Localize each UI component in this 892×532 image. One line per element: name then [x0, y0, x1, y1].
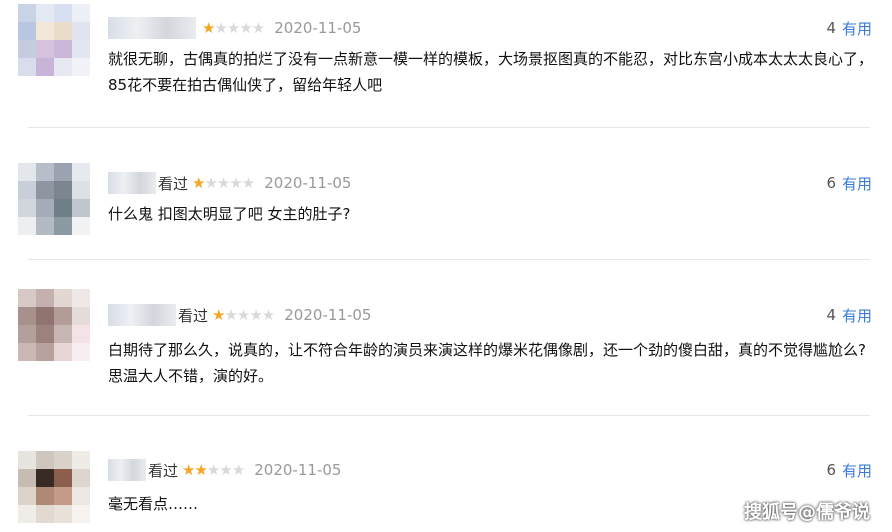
username[interactable]: [108, 172, 156, 194]
divider: [28, 127, 870, 128]
useful-count: 6: [826, 174, 836, 192]
review-date: 2020-11-05: [284, 306, 372, 324]
useful-button[interactable]: 有用: [842, 305, 872, 326]
rating-stars: ★★★★★: [212, 305, 275, 324]
seen-label: 看过: [148, 461, 179, 480]
useful-vote: 4 有用: [826, 303, 872, 327]
avatar[interactable]: [18, 289, 90, 361]
review-meta: ★★★★★ 2020-11-05: [108, 16, 361, 40]
seen-label: 看过: [158, 174, 189, 193]
avatar[interactable]: [18, 451, 90, 523]
review-meta: 看过 ★★★★★ 2020-11-05: [108, 303, 371, 327]
rating-stars: ★★★★★: [182, 460, 245, 479]
avatar[interactable]: [18, 4, 90, 76]
review-meta: 看过 ★★★★★ 2020-11-05: [108, 458, 341, 482]
review-meta: 看过 ★★★★★ 2020-11-05: [108, 171, 351, 195]
useful-count: 6: [826, 461, 836, 479]
rating-stars: ★★★★★: [202, 18, 265, 37]
seen-label: 看过: [178, 306, 209, 325]
username[interactable]: [108, 17, 196, 39]
username[interactable]: [108, 304, 176, 326]
rating-stars: ★★★★★: [192, 173, 255, 192]
useful-count: 4: [826, 19, 836, 37]
review-date: 2020-11-05: [254, 461, 342, 479]
divider: [28, 415, 870, 416]
useful-vote: 6 有用: [826, 458, 872, 482]
username[interactable]: [108, 459, 146, 481]
useful-button[interactable]: 有用: [842, 460, 872, 481]
review-text: 就很无聊，古偶真的拍烂了没有一点新意一模一样的模板，大场景抠图真的不能忍，对比东…: [108, 50, 874, 94]
review-text: 什么鬼 扣图太明显了吧 女主的肚子?: [108, 205, 351, 223]
useful-vote: 6 有用: [826, 171, 872, 195]
useful-vote: 4 有用: [826, 16, 872, 40]
avatar[interactable]: [18, 163, 90, 235]
watermark: 搜狐号@儒爷说: [744, 502, 870, 523]
review-date: 2020-11-05: [264, 174, 352, 192]
useful-count: 4: [826, 306, 836, 324]
divider: [28, 259, 870, 260]
review-text: 白期待了那么久，说真的，让不符合年龄的演员来演这样的爆米花偶像剧，还一个劲的傻白…: [108, 341, 866, 385]
review-date: 2020-11-05: [274, 19, 362, 37]
useful-button[interactable]: 有用: [842, 173, 872, 194]
useful-button[interactable]: 有用: [842, 18, 872, 39]
